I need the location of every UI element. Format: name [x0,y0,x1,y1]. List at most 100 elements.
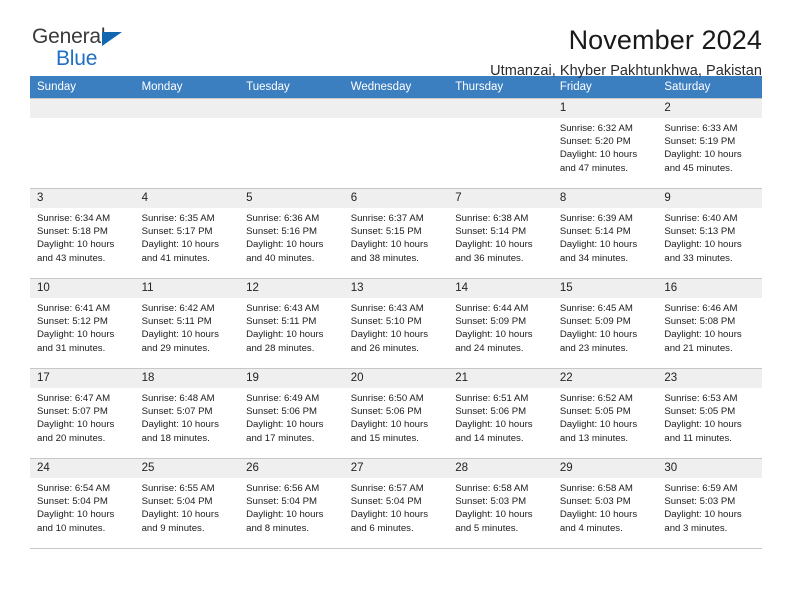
calendar-day-cell[interactable]: 3 Sunrise: 6:34 AM Sunset: 5:18 PM Daylight… [30,188,135,279]
day-number: 24 [30,459,135,479]
calendar-day-cell[interactable]: 21 Sunrise: 6:51 AM Sunset: 5:06 PM Dayligh… [448,368,553,459]
day-details: Sunrise: 6:57 AM Sunset: 5:04 PM Daylight:… [344,478,449,535]
calendar-day-cell[interactable]: 18 Sunrise: 6:48 AM Sunset: 5:07 PM Dayligh… [134,368,240,459]
calendar-day-cell[interactable]: 11 Sunrise: 6:42 AM Sunset: 5:11 PM Dayligh… [134,278,240,369]
day-number: 27 [343,459,449,479]
sunset-text: Sunset: 5:10 PM [350,316,422,328]
day-cell-inner: 14 Sunrise: 6:44 AM Sunset: 5:09 PM Dayligh… [448,279,553,368]
sunset-text: Sunset: 5:13 PM [664,226,736,238]
sunrise-text: Sunrise: 6:49 AM [246,393,320,405]
calendar-day-cell[interactable]: 16 Sunrise: 6:46 AM Sunset: 5:08 PM Dayligh… [657,278,762,369]
day-number: 6 [343,189,449,209]
sunrise-text: Sunrise: 6:59 AM [664,483,738,495]
sunset-text: Sunset: 5:14 PM [455,226,527,238]
daylight-text: Daylight: 10 hours and 40 minutes. [246,239,324,264]
calendar-day-cell[interactable]: 13 Sunrise: 6:43 AM Sunset: 5:10 PM Dayligh… [343,278,449,369]
sunrise-text: Sunrise: 6:32 AM [559,123,633,135]
calendar-day-cell[interactable]: 4 Sunrise: 6:35 AM Sunset: 5:17 PM Daylight… [134,188,240,279]
day-number: 11 [134,279,240,299]
sunset-text: Sunset: 5:07 PM [141,406,213,418]
day-cell-inner: 3 Sunrise: 6:34 AM Sunset: 5:18 PM Daylight… [30,189,135,278]
day-details: Sunrise: 6:58 AM Sunset: 5:03 PM Daylight:… [553,478,658,535]
brand-triangle-icon [102,32,122,46]
calendar-day-cell[interactable]: 8 Sunrise: 6:39 AM Sunset: 5:14 PM Daylight… [552,188,658,279]
sunset-text: Sunset: 5:09 PM [455,316,527,328]
day-cell-inner: 18 Sunrise: 6:48 AM Sunset: 5:07 PM Dayligh… [134,369,240,458]
day-cell-inner: 19 Sunrise: 6:49 AM Sunset: 5:06 PM Dayligh… [239,369,344,458]
calendar-day-cell[interactable]: 20 Sunrise: 6:50 AM Sunset: 5:06 PM Dayligh… [343,368,449,459]
calendar-day-cell[interactable]: 25 Sunrise: 6:55 AM Sunset: 5:04 PM Dayligh… [134,458,240,549]
sunset-text: Sunset: 5:06 PM [246,406,318,418]
daylight-text: Daylight: 10 hours and 31 minutes. [37,329,115,354]
daylight-text: Daylight: 10 hours and 10 minutes. [37,509,115,534]
sunset-text: Sunset: 5:07 PM [37,406,108,418]
daylight-text: Daylight: 10 hours and 14 minutes. [455,419,533,444]
day-number: 20 [343,369,449,389]
calendar-day-cell[interactable]: 14 Sunrise: 6:44 AM Sunset: 5:09 PM Dayligh… [448,278,553,369]
calendar-day-cell[interactable]: 22 Sunrise: 6:52 AM Sunset: 5:05 PM Dayligh… [552,368,658,459]
calendar-day-cell[interactable]: 5 Sunrise: 6:36 AM Sunset: 5:16 PM Daylight… [239,188,344,279]
daylight-text: Daylight: 10 hours and 9 minutes. [141,509,219,534]
daylight-text: Daylight: 10 hours and 36 minutes. [455,239,533,264]
calendar-day-cell[interactable]: 28 Sunrise: 6:58 AM Sunset: 5:03 PM Dayligh… [448,458,553,549]
brand-logo[interactable]: General Blue [30,26,152,76]
daylight-text: Daylight: 10 hours and 26 minutes. [350,329,429,354]
sunrise-text: Sunrise: 6:43 AM [246,303,320,315]
sunrise-text: Sunrise: 6:44 AM [455,303,529,315]
sunrise-text: Sunrise: 6:45 AM [559,303,633,315]
day-details: Sunrise: 6:46 AM Sunset: 5:08 PM Daylight:… [657,298,762,355]
calendar-day-cell[interactable]: 26 Sunrise: 6:56 AM Sunset: 5:04 PM Dayligh… [239,458,344,549]
day-details: Sunrise: 6:41 AM Sunset: 5:12 PM Daylight:… [30,298,135,355]
day-cell-inner: 25 Sunrise: 6:55 AM Sunset: 5:04 PM Dayligh… [134,459,240,548]
day-cell-inner: 9 Sunrise: 6:40 AM Sunset: 5:13 PM Daylight… [657,189,762,278]
day-details: Sunrise: 6:33 AM Sunset: 5:19 PM Daylight:… [657,118,762,175]
sunrise-text: Sunrise: 6:40 AM [664,213,738,225]
sunset-text: Sunset: 5:08 PM [664,316,736,328]
daylight-text: Daylight: 10 hours and 18 minutes. [141,419,219,444]
sunset-text: Sunset: 5:03 PM [455,496,527,508]
sunset-text: Sunset: 5:18 PM [37,226,108,238]
calendar-day-cell[interactable]: 17 Sunrise: 6:47 AM Sunset: 5:07 PM Dayligh… [30,368,135,459]
sunrise-text: Sunrise: 6:52 AM [559,393,633,405]
day-details: Sunrise: 6:56 AM Sunset: 5:04 PM Daylight:… [239,478,344,535]
calendar-day-cell[interactable]: 27 Sunrise: 6:57 AM Sunset: 5:04 PM Dayligh… [343,458,449,549]
calendar-day-cell[interactable]: 2 Sunrise: 6:33 AM Sunset: 5:19 PM Daylight… [657,98,762,189]
day-number [448,99,553,119]
calendar-day-cell[interactable]: 30 Sunrise: 6:59 AM Sunset: 5:03 PM Dayligh… [657,458,762,549]
daylight-text: Daylight: 10 hours and 33 minutes. [664,239,742,264]
day-number: 15 [552,279,658,299]
calendar-day-cell[interactable]: 15 Sunrise: 6:45 AM Sunset: 5:09 PM Dayligh… [552,278,658,369]
calendar-day-cell[interactable]: 7 Sunrise: 6:38 AM Sunset: 5:14 PM Daylight… [448,188,553,279]
calendar-day-cell[interactable]: 1 Sunrise: 6:32 AM Sunset: 5:20 PM Daylight… [552,98,658,189]
day-number: 5 [239,189,344,209]
brand-name-general: General [32,25,106,48]
sunrise-text: Sunrise: 6:41 AM [37,303,111,315]
day-number [30,99,135,119]
calendar-day-cell[interactable]: 10 Sunrise: 6:41 AM Sunset: 5:12 PM Dayligh… [30,278,135,369]
calendar-day-cell[interactable]: 29 Sunrise: 6:58 AM Sunset: 5:03 PM Dayligh… [552,458,658,549]
daylight-text: Daylight: 10 hours and 45 minutes. [664,149,742,174]
day-cell-inner: 8 Sunrise: 6:39 AM Sunset: 5:14 PM Daylight… [552,189,658,278]
calendar-day-cell[interactable]: 23 Sunrise: 6:53 AM Sunset: 5:05 PM Dayligh… [657,368,762,459]
calendar-day-cell[interactable]: 9 Sunrise: 6:40 AM Sunset: 5:13 PM Daylight… [657,188,762,279]
calendar-day-cell[interactable]: 24 Sunrise: 6:54 AM Sunset: 5:04 PM Dayligh… [30,458,135,549]
day-number: 28 [448,459,553,479]
calendar-day-cell[interactable]: 19 Sunrise: 6:49 AM Sunset: 5:06 PM Dayligh… [239,368,344,459]
day-details: Sunrise: 6:38 AM Sunset: 5:14 PM Daylight:… [448,208,553,265]
day-cell-inner: 15 Sunrise: 6:45 AM Sunset: 5:09 PM Dayligh… [552,279,658,368]
sunrise-text: Sunrise: 6:34 AM [37,213,111,225]
day-cell-inner [343,99,449,188]
day-number: 3 [30,189,135,209]
calendar-day-cell[interactable]: 12 Sunrise: 6:43 AM Sunset: 5:11 PM Dayligh… [239,278,344,369]
day-cell-inner: 30 Sunrise: 6:59 AM Sunset: 5:03 PM Dayligh… [657,459,762,548]
day-cell-inner: 6 Sunrise: 6:37 AM Sunset: 5:15 PM Daylight… [343,189,449,278]
day-number: 4 [134,189,240,209]
calendar-day-cell[interactable]: 6 Sunrise: 6:37 AM Sunset: 5:15 PM Daylight… [343,188,449,279]
day-cell-inner: 24 Sunrise: 6:54 AM Sunset: 5:04 PM Dayligh… [30,459,135,548]
calendar-day-cell-empty [134,98,240,189]
sunrise-text: Sunrise: 6:37 AM [350,213,424,225]
sunrise-text: Sunrise: 6:56 AM [246,483,320,495]
day-cell-inner: 12 Sunrise: 6:43 AM Sunset: 5:11 PM Dayligh… [239,279,344,368]
weekday-header-tuesday: Tuesday [239,76,344,99]
sunset-text: Sunset: 5:05 PM [559,406,631,418]
